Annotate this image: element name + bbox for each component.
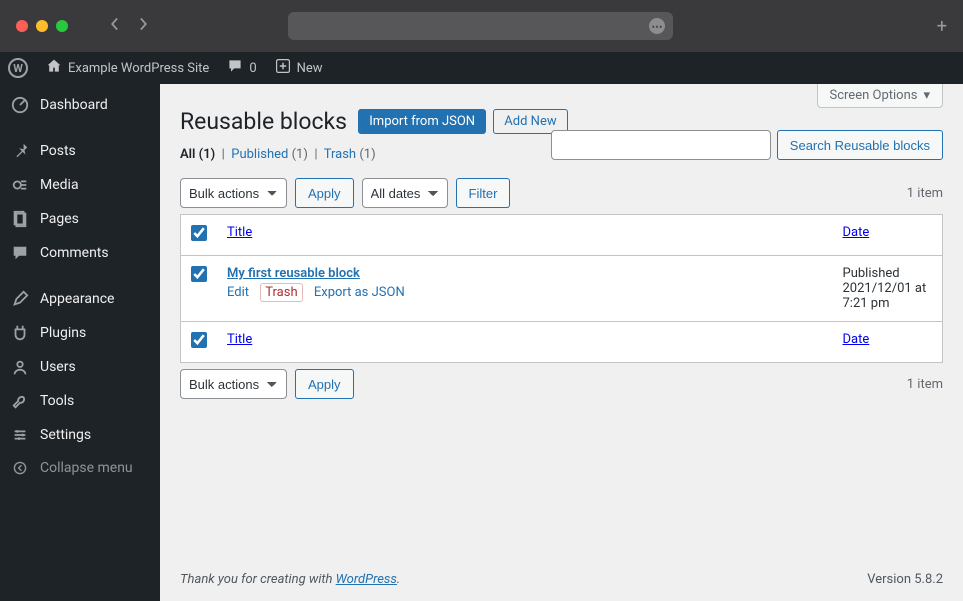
- admin-sidebar: Dashboard Posts Media Pages Comments App…: [0, 84, 160, 601]
- select-all-top[interactable]: [191, 225, 207, 241]
- collapse-menu-button[interactable]: Collapse menu: [0, 452, 160, 484]
- search-button[interactable]: Search Reusable blocks: [777, 130, 943, 160]
- collapse-icon: [10, 461, 30, 475]
- filter-all[interactable]: All (1): [180, 147, 215, 162]
- browser-forward-icon[interactable]: [136, 17, 150, 35]
- footer-thankyou: Thank you for creating with: [180, 572, 336, 587]
- wordpress-logo-icon: W: [8, 58, 28, 78]
- sidebar-item-label: Users: [40, 359, 76, 375]
- sidebar-item-media[interactable]: Media: [0, 168, 160, 202]
- filter-published[interactable]: Published: [231, 147, 288, 162]
- sidebar-item-label: Posts: [40, 143, 76, 159]
- screen-options-label: Screen Options: [830, 88, 918, 103]
- bulk-apply-bottom[interactable]: Apply: [295, 369, 354, 399]
- new-tab-button[interactable]: +: [937, 16, 947, 37]
- row-checkbox[interactable]: [191, 266, 207, 282]
- items-count-top: 1 item: [907, 186, 943, 201]
- bulk-actions-select-top[interactable]: Bulk actions: [180, 178, 287, 208]
- sidebar-item-posts[interactable]: Posts: [0, 134, 160, 168]
- tool-icon: [10, 392, 30, 410]
- row-actions: Edit Trash Export as JSON: [227, 285, 823, 300]
- row-action-trash[interactable]: Trash: [260, 283, 302, 302]
- sidebar-item-label: Pages: [40, 211, 79, 227]
- bulk-apply-top[interactable]: Apply: [295, 178, 354, 208]
- select-all-bottom[interactable]: [191, 332, 207, 348]
- new-label: New: [297, 61, 323, 76]
- row-action-export[interactable]: Export as JSON: [314, 285, 405, 300]
- search-input[interactable]: [551, 130, 771, 160]
- items-count-bottom: 1 item: [907, 377, 943, 392]
- window-traffic-lights: [16, 20, 68, 32]
- import-json-button[interactable]: Import from JSON: [358, 109, 486, 134]
- appearance-icon: [10, 290, 30, 308]
- tablenav-top: Bulk actions Apply All dates Filter 1 it…: [180, 178, 943, 208]
- wp-logo-menu[interactable]: W: [8, 58, 28, 78]
- filter-button[interactable]: Filter: [456, 178, 511, 208]
- dashboard-icon: [10, 96, 30, 114]
- url-bar[interactable]: ⋯: [288, 12, 673, 40]
- browser-chrome: ⋯ +: [0, 0, 963, 52]
- tablenav-bottom: Bulk actions Apply 1 item: [180, 369, 943, 399]
- date-filter-select[interactable]: All dates: [362, 178, 448, 208]
- row-title-link[interactable]: My first reusable block: [227, 266, 360, 281]
- col-date-sort-bottom[interactable]: Date: [843, 332, 870, 347]
- browser-nav-arrows: [108, 17, 150, 35]
- comment-icon: [227, 58, 243, 78]
- window-minimize-icon[interactable]: [36, 20, 48, 32]
- site-name-link[interactable]: Example WordPress Site: [46, 58, 209, 78]
- collapse-label: Collapse menu: [40, 460, 133, 476]
- filter-trash[interactable]: Trash: [324, 147, 356, 162]
- settings-icon: [10, 426, 30, 444]
- browser-back-icon[interactable]: [108, 17, 122, 35]
- sidebar-item-label: Appearance: [40, 291, 114, 307]
- page-title: Reusable blocks: [180, 108, 347, 135]
- plus-icon: [275, 58, 291, 78]
- col-date-sort[interactable]: Date: [843, 225, 870, 240]
- sidebar-item-comments[interactable]: Comments: [0, 236, 160, 270]
- sidebar-item-tools[interactable]: Tools: [0, 384, 160, 418]
- screen-options-toggle[interactable]: Screen Options ▾: [817, 84, 944, 108]
- home-icon: [46, 58, 62, 78]
- plugin-icon: [10, 324, 30, 342]
- row-action-edit[interactable]: Edit: [227, 285, 249, 300]
- search-row: Search Reusable blocks: [551, 130, 943, 160]
- wp-admin-bar: W Example WordPress Site 0 New: [0, 52, 963, 84]
- footer-version: Version 5.8.2: [867, 572, 943, 587]
- sidebar-item-appearance[interactable]: Appearance: [0, 282, 160, 316]
- bulk-actions-select-bottom[interactable]: Bulk actions: [180, 369, 287, 399]
- comments-link[interactable]: 0: [227, 58, 256, 78]
- sidebar-item-settings[interactable]: Settings: [0, 418, 160, 452]
- row-date: Published 2021/12/01 at 7:21 pm: [833, 256, 943, 322]
- table-row: My first reusable block Edit Trash Expor…: [181, 256, 943, 322]
- comments-icon: [10, 244, 30, 262]
- blocks-table: Title Date My first reusable block Edit …: [180, 214, 943, 363]
- sidebar-item-pages[interactable]: Pages: [0, 202, 160, 236]
- col-title-sort-bottom[interactable]: Title: [227, 332, 252, 347]
- window-maximize-icon[interactable]: [56, 20, 68, 32]
- sidebar-item-label: Settings: [40, 427, 91, 443]
- sidebar-item-label: Plugins: [40, 325, 86, 341]
- page-icon: [10, 210, 30, 228]
- sidebar-item-dashboard[interactable]: Dashboard: [0, 88, 160, 122]
- sidebar-item-label: Tools: [40, 393, 74, 409]
- content-area: Screen Options ▾ Reusable blocks Import …: [160, 84, 963, 601]
- window-close-icon[interactable]: [16, 20, 28, 32]
- user-icon: [10, 358, 30, 376]
- col-title-sort[interactable]: Title: [227, 225, 252, 240]
- media-icon: [10, 176, 30, 194]
- sidebar-item-label: Dashboard: [40, 97, 108, 113]
- pin-icon: [10, 142, 30, 160]
- chevron-down-icon: ▾: [923, 88, 930, 103]
- site-name-label: Example WordPress Site: [68, 61, 209, 76]
- comments-count: 0: [249, 61, 256, 76]
- sidebar-item-users[interactable]: Users: [0, 350, 160, 384]
- admin-footer: Thank you for creating with WordPress. V…: [180, 558, 943, 601]
- sidebar-item-plugins[interactable]: Plugins: [0, 316, 160, 350]
- sidebar-item-label: Media: [40, 177, 79, 193]
- footer-wordpress-link[interactable]: WordPress: [336, 572, 397, 587]
- url-menu-icon[interactable]: ⋯: [649, 18, 665, 34]
- new-content-link[interactable]: New: [275, 58, 323, 78]
- sidebar-item-label: Comments: [40, 245, 109, 261]
